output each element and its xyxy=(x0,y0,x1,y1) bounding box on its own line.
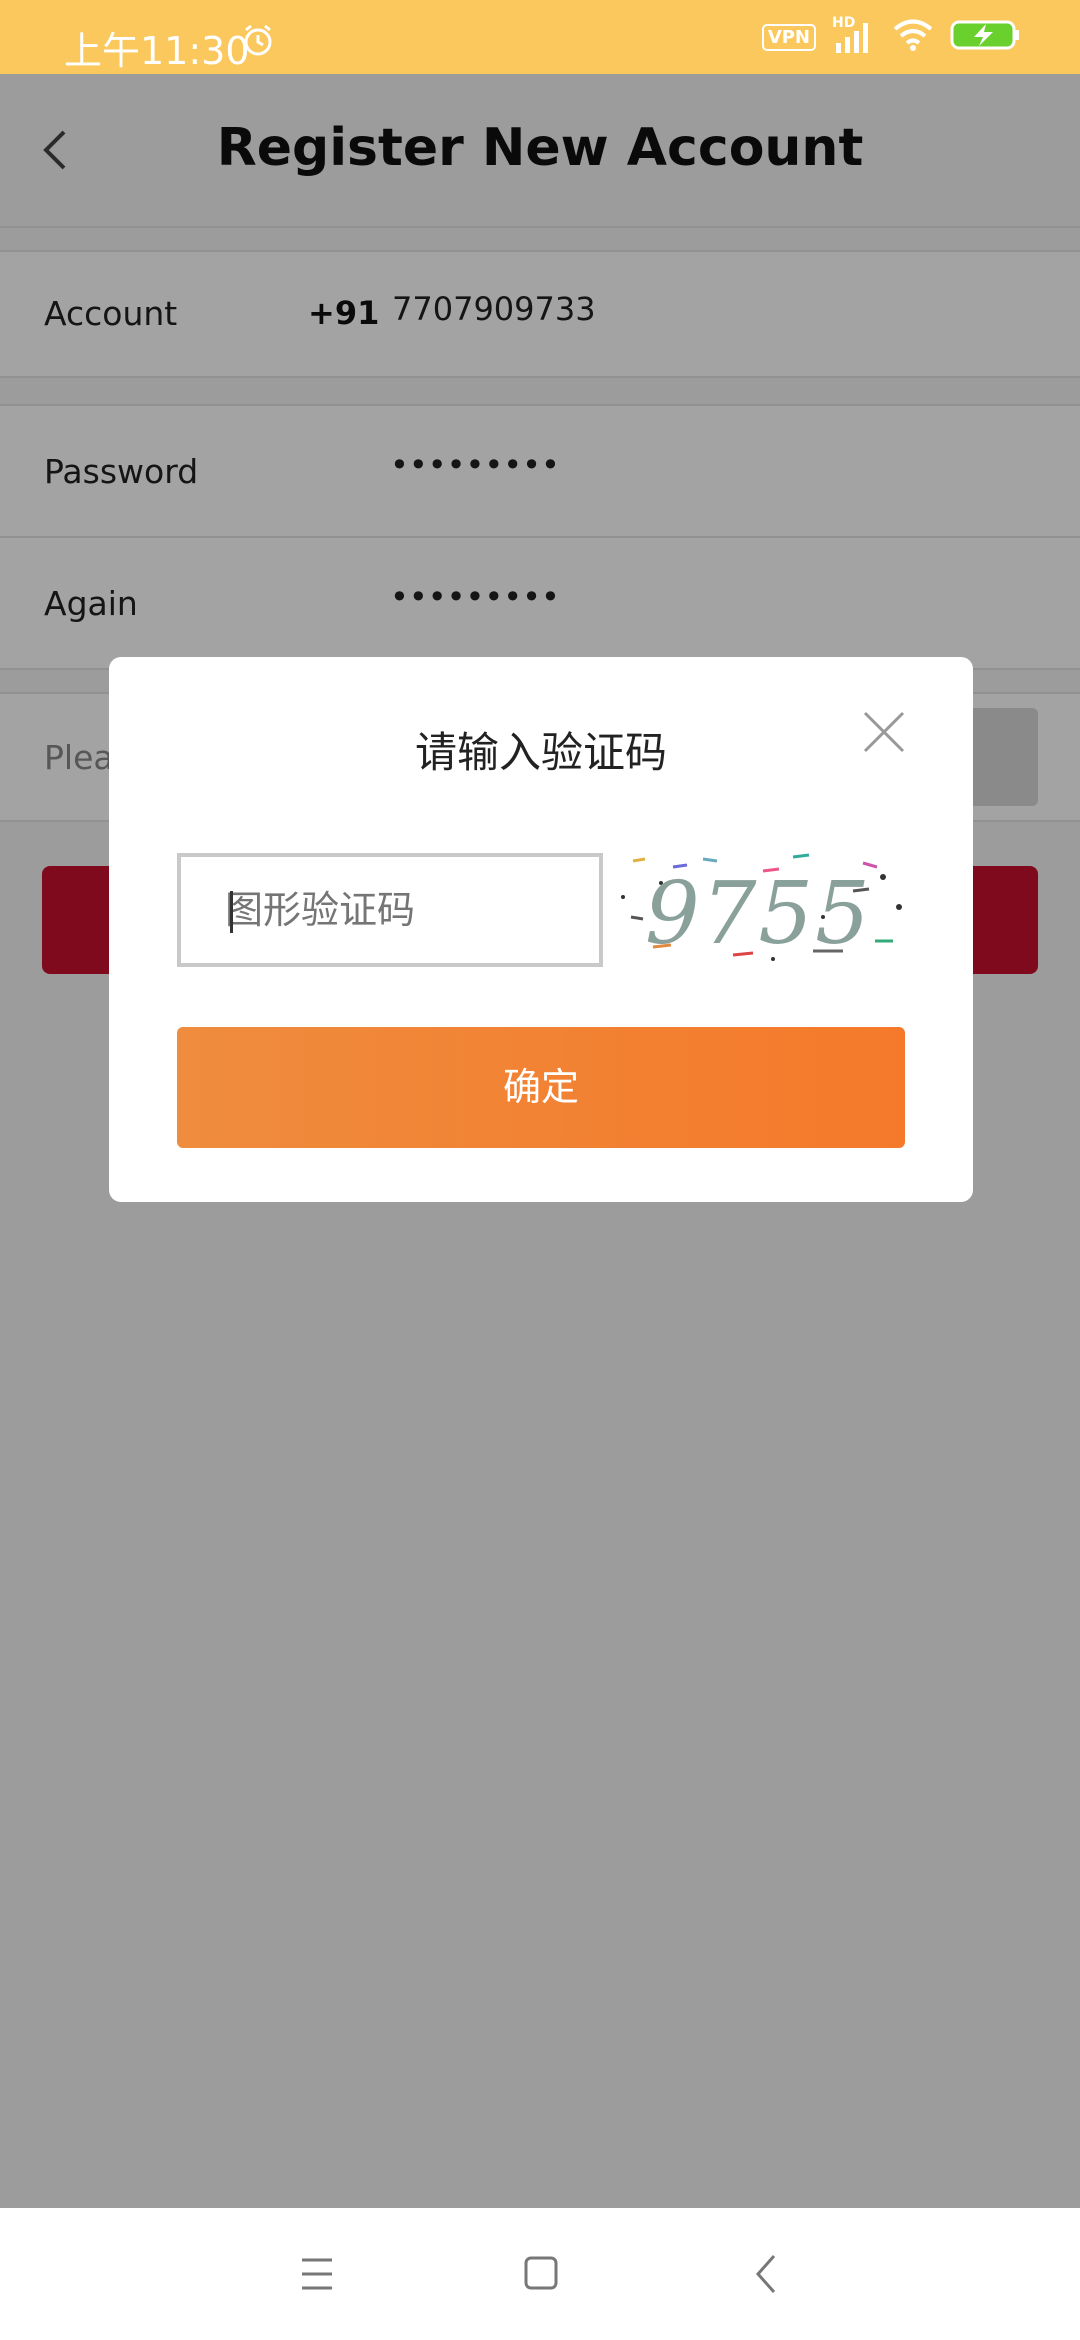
captcha-image[interactable]: 9755 xyxy=(613,847,913,971)
close-icon[interactable] xyxy=(859,707,909,757)
confirm-button[interactable]: 确定 xyxy=(177,1027,905,1148)
back-chevron-icon[interactable] xyxy=(732,2242,802,2306)
signal-icon: HD xyxy=(832,15,876,55)
vpn-icon: VPN xyxy=(761,23,816,51)
menu-icon[interactable] xyxy=(282,2242,352,2306)
battery-charging-icon xyxy=(950,18,1022,56)
text-cursor xyxy=(230,891,233,933)
status-bar: 上午11:30 VPN HD xyxy=(0,0,1080,74)
dialog-title: 请输入验证码 xyxy=(414,728,667,777)
home-square-icon[interactable] xyxy=(506,2242,576,2306)
alarm-icon xyxy=(240,22,276,62)
captcha-text: 9755 xyxy=(645,864,872,964)
wifi-icon xyxy=(892,18,934,56)
system-navbar xyxy=(0,2208,1080,2340)
status-time: 上午11:30 xyxy=(64,29,250,73)
status-icons: VPN HD xyxy=(761,15,1022,56)
captcha-input[interactable] xyxy=(177,853,603,967)
captcha-dialog: 请输入验证码 图形验证码 9755 确定 xyxy=(109,657,973,1202)
